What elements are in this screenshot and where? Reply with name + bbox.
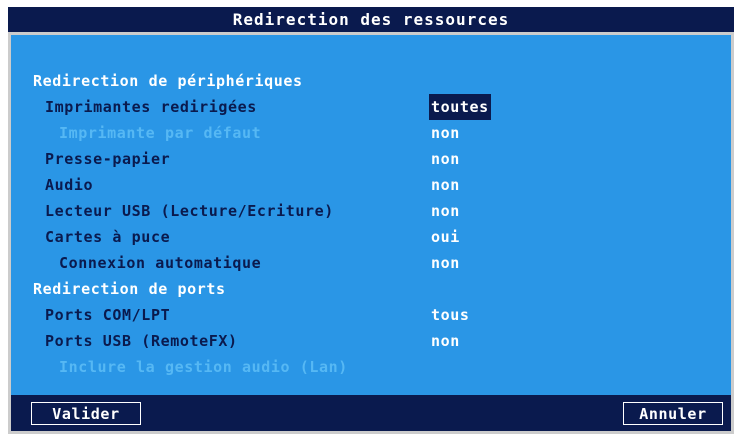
usb-drive-value[interactable]: non — [431, 198, 460, 224]
audio-value[interactable]: non — [431, 172, 460, 198]
row-label: Inclure la gestion audio (Lan) — [59, 358, 348, 376]
row-default-printer: Imprimante par défaut non — [11, 120, 731, 146]
row-label: Ports USB (RemoteFX) — [45, 332, 238, 350]
row-label: Presse-papier — [45, 150, 171, 168]
smart-cards-value[interactable]: oui — [431, 224, 460, 250]
clipboard-value[interactable]: non — [431, 146, 460, 172]
row-audio[interactable]: Audio non — [11, 172, 731, 198]
row-label: Lecteur USB (Lecture/Ecriture) — [45, 202, 334, 220]
row-usb-ports-remotefx[interactable]: Ports USB (RemoteFX) non — [11, 328, 731, 354]
section-heading: Redirection de ports — [33, 280, 226, 298]
row-printers-redirected[interactable]: Imprimantes redirigées toutes — [11, 94, 731, 120]
row-label: Imprimantes redirigées — [45, 98, 257, 116]
cancel-button[interactable]: Annuler — [623, 402, 723, 425]
row-usb-drive[interactable]: Lecteur USB (Lecture/Ecriture) non — [11, 198, 731, 224]
usb-ports-remotefx-value[interactable]: non — [431, 328, 460, 354]
row-clipboard[interactable]: Presse-papier non — [11, 146, 731, 172]
settings-panel: Redirection de périphériques Imprimantes… — [11, 35, 731, 431]
dialog-title: Redirection des ressources — [8, 7, 734, 32]
auto-connect-value[interactable]: non — [431, 250, 460, 276]
row-smart-cards[interactable]: Cartes à puce oui — [11, 224, 731, 250]
section-heading: Redirection de périphériques — [33, 72, 303, 90]
dialog-footer: Valider Annuler — [11, 395, 731, 431]
resource-redirection-dialog: Redirection des ressources Redirection d… — [8, 7, 734, 434]
row-label: Cartes à puce — [45, 228, 171, 246]
section-ports: Redirection de ports — [11, 276, 731, 302]
row-label: Imprimante par défaut — [59, 124, 262, 142]
row-label: Audio — [45, 176, 94, 194]
row-label: Connexion automatique — [59, 254, 262, 272]
printers-redirected-value[interactable]: toutes — [429, 94, 491, 120]
row-label: Ports COM/LPT — [45, 306, 171, 324]
section-peripherals: Redirection de périphériques — [11, 68, 731, 94]
default-printer-value: non — [431, 124, 460, 142]
validate-button[interactable]: Valider — [31, 402, 141, 425]
row-auto-connect[interactable]: Connexion automatique non — [11, 250, 731, 276]
row-audio-lan: Inclure la gestion audio (Lan) — [11, 354, 731, 380]
row-com-lpt-ports[interactable]: Ports COM/LPT tous — [11, 302, 731, 328]
com-lpt-ports-value[interactable]: tous — [431, 302, 470, 328]
